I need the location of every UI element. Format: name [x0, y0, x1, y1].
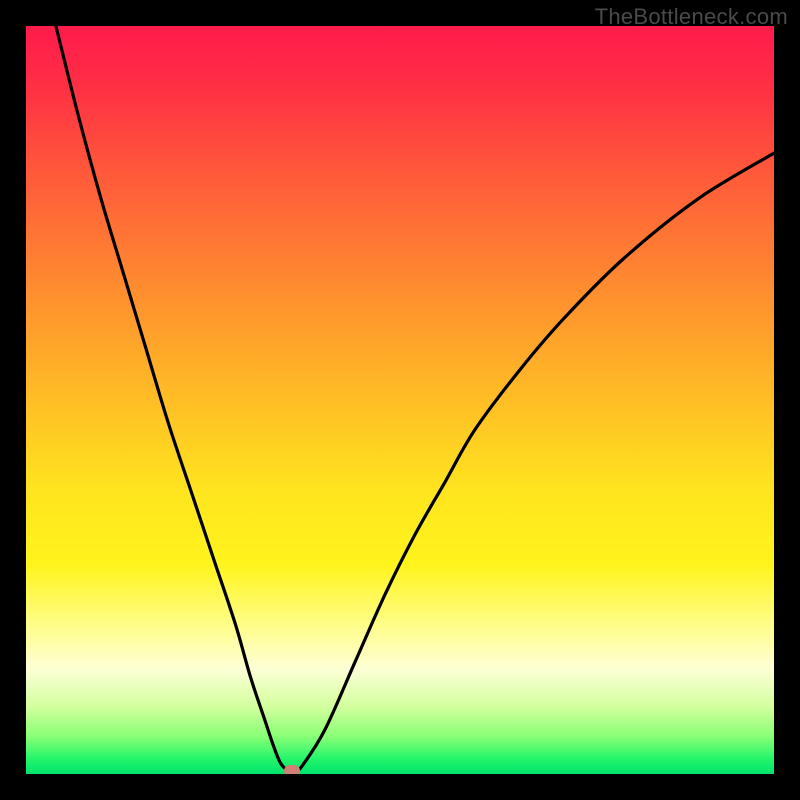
plot-area: [26, 26, 774, 774]
curve-svg: [26, 26, 774, 774]
optimal-marker: [284, 765, 300, 774]
bottleneck-curve-path: [56, 26, 774, 772]
chart-frame: TheBottleneck.com: [0, 0, 800, 800]
watermark-text: TheBottleneck.com: [595, 4, 788, 30]
